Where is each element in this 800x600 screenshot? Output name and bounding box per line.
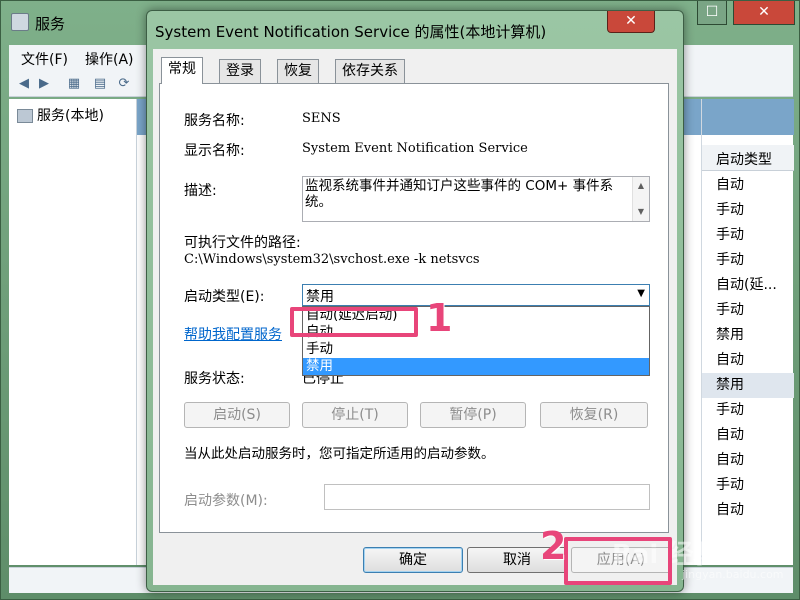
tab-dependencies[interactable]: 依存关系 xyxy=(335,59,405,83)
exe-path-label: 可执行文件的路径: xyxy=(184,235,301,251)
dialog-title: System Event Notification Service 的属性(本地… xyxy=(155,23,547,41)
services-app-icon xyxy=(11,13,29,31)
menu-action[interactable]: 操作(A) xyxy=(85,49,134,69)
column-header-startup-type[interactable]: 启动类型 xyxy=(702,145,794,171)
list-item[interactable]: 自动 xyxy=(716,348,744,373)
forward-arrow-icon[interactable]: ▶ xyxy=(35,75,53,93)
resume-button[interactable]: 恢复(R) xyxy=(540,402,648,428)
start-params-hint: 当从此处启动服务时，您可指定所适用的启动参数。 xyxy=(184,446,495,462)
maximize-button[interactable]: ☐ xyxy=(697,1,727,25)
tab-general[interactable]: 常规 xyxy=(161,57,203,84)
list-item[interactable]: 手动 xyxy=(716,298,744,323)
list-item[interactable]: 禁用 xyxy=(716,323,744,348)
services-window-title: 服务 xyxy=(35,15,66,33)
back-arrow-icon[interactable]: ◀ xyxy=(15,75,33,93)
list-item[interactable]: 手动 xyxy=(716,198,744,223)
pause-button[interactable]: 暂停(P) xyxy=(420,402,526,428)
list-item[interactable]: 手动 xyxy=(716,223,744,248)
list-item[interactable]: 自动 xyxy=(716,423,744,448)
console-tree-pane: 服务(本地) xyxy=(9,99,137,565)
annotation-number-2: 2 xyxy=(540,524,567,568)
tab-recovery[interactable]: 恢复 xyxy=(277,59,319,83)
properties-icon[interactable]: ▤ xyxy=(91,75,109,93)
services-node-icon xyxy=(17,109,33,123)
stop-button[interactable]: 停止(T) xyxy=(302,402,408,428)
display-name-value: System Event Notification Service xyxy=(302,141,528,156)
description-scrollbar[interactable]: ▲ ▼ xyxy=(632,177,649,221)
display-name-label: 显示名称: xyxy=(184,143,245,159)
services-list-pane: 启动类型 自动 手动 手动 手动 自动(延... 手动 禁用 自动 禁用 手动 … xyxy=(701,99,794,565)
annotation-box-step1 xyxy=(290,307,418,337)
start-params-label: 启动参数(M): xyxy=(184,493,268,509)
list-item[interactable]: 手动 xyxy=(716,248,744,273)
start-button[interactable]: 启动(S) xyxy=(184,402,290,428)
scroll-up-icon[interactable]: ▲ xyxy=(633,179,649,193)
list-item[interactable]: 手动 xyxy=(716,473,744,498)
description-text: 监视系统事件并通知订户这些事件的 COM+ 事件系统。 xyxy=(305,178,614,210)
list-item[interactable]: 自动(延... xyxy=(716,273,777,298)
chevron-down-icon[interactable]: ▼ xyxy=(637,288,645,299)
exe-path-value: C:\Windows\system32\svchost.exe -k netsv… xyxy=(184,252,480,267)
service-name-label: 服务名称: xyxy=(184,113,245,129)
refresh-icon[interactable]: ⟳ xyxy=(115,75,133,93)
console-tree-icon[interactable]: ▦ xyxy=(65,75,83,93)
menu-file[interactable]: 文件(F) xyxy=(21,49,68,69)
watermark-subtext: jingyan.baidu.com xyxy=(682,568,784,581)
startup-type-current: 禁用 xyxy=(306,289,334,305)
list-header-band xyxy=(702,99,794,135)
description-label: 描述: xyxy=(184,183,217,199)
list-item[interactable]: 手动 xyxy=(716,398,744,423)
list-item[interactable]: 自动 xyxy=(716,173,744,198)
annotation-number-1: 1 xyxy=(426,296,453,340)
column-header-label: 启动类型 xyxy=(716,152,772,168)
list-item[interactable]: 自动 xyxy=(716,498,744,523)
service-status-label: 服务状态: xyxy=(184,371,245,387)
service-name-value: SENS xyxy=(302,111,341,126)
list-item[interactable]: 自动 xyxy=(716,448,744,473)
startup-option-manual[interactable]: 手动 xyxy=(303,341,649,358)
service-properties-dialog: System Event Notification Service 的属性(本地… xyxy=(146,10,684,592)
ok-button[interactable]: 确定 xyxy=(363,547,463,573)
dialog-close-button[interactable]: ✕ xyxy=(607,11,655,33)
startup-type-select[interactable]: 禁用 ▼ xyxy=(302,284,650,306)
tab-logon[interactable]: 登录 xyxy=(219,59,261,83)
annotation-box-step2 xyxy=(564,537,672,585)
help-configure-link[interactable]: 帮助我配置服务 xyxy=(184,324,282,344)
scroll-down-icon[interactable]: ▼ xyxy=(633,205,649,219)
startup-type-label: 启动类型(E): xyxy=(184,289,265,305)
list-item-selected[interactable]: 禁用 xyxy=(702,373,794,398)
description-box[interactable]: 监视系统事件并通知订户这些事件的 COM+ 事件系统。 ▲ ▼ xyxy=(302,176,650,222)
tree-item-services-local[interactable]: 服务(本地) xyxy=(37,105,104,125)
startup-option-disabled[interactable]: 禁用 xyxy=(303,358,649,375)
start-params-input[interactable] xyxy=(324,484,650,510)
services-close-button[interactable]: ✕ xyxy=(733,1,795,25)
